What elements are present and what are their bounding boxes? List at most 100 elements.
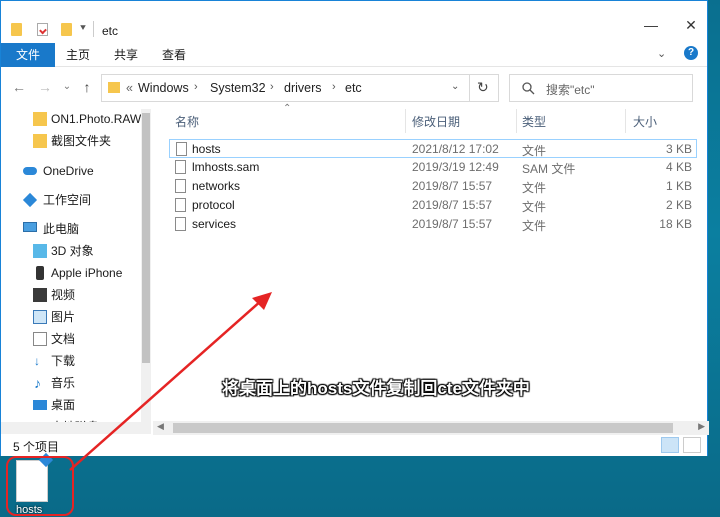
- file-type: 文件: [522, 181, 547, 195]
- file-type: 文件: [522, 144, 547, 158]
- folder-icon: [11, 23, 22, 36]
- ribbon-tabs: 文件 主页 共享 查看 ⌄ ?: [1, 43, 707, 67]
- file-size: 3 KB: [665, 142, 692, 156]
- sidebar-item-label: Apple iPhone: [51, 266, 123, 280]
- sidebar-item-label: 音乐: [51, 376, 76, 390]
- sidebar-item-label: 文档: [51, 332, 76, 346]
- file-name: lmhosts.sam: [192, 160, 260, 174]
- file-name: networks: [192, 179, 241, 193]
- refresh-icon[interactable]: ↻: [477, 79, 489, 96]
- video-icon: [33, 288, 47, 302]
- file-icon: [175, 198, 186, 212]
- chevron-right-icon[interactable]: ›: [194, 81, 198, 93]
- file-icon: [175, 179, 186, 193]
- workspace-icon: [22, 192, 38, 208]
- folder-icon: [33, 112, 47, 126]
- file-row-lmhosts[interactable]: lmhosts.sam 2019/3/19 12:49 SAM 文件 4 KB: [169, 158, 697, 177]
- sidebar-item-label: 工作空间: [43, 193, 92, 207]
- file-row-hosts[interactable]: hosts 2021/8/12 17:02 文件 3 KB: [169, 139, 697, 158]
- window-title: etc: [102, 24, 119, 38]
- large-icons-view-icon[interactable]: [683, 437, 701, 453]
- document-icon: [33, 332, 47, 346]
- search-placeholder: 搜索"etc": [546, 83, 595, 97]
- divider: [469, 75, 470, 101]
- tab-view[interactable]: 查看: [155, 43, 193, 67]
- file-row-services[interactable]: services 2019/8/7 15:57 文件 18 KB: [169, 215, 697, 234]
- recent-locations-icon[interactable]: ⌄: [59, 79, 75, 95]
- back-icon[interactable]: ←: [11, 79, 27, 95]
- cube-icon: [33, 244, 47, 258]
- desktop-icon: [33, 400, 47, 410]
- search-icon: [522, 82, 535, 95]
- forward-icon[interactable]: →: [37, 79, 53, 95]
- crumb-prefix[interactable]: «: [126, 81, 133, 95]
- sidebar-item-label: OneDrive: [43, 164, 94, 178]
- instruction-annotation: 将桌面上的hosts文件复制回cte文件夹中: [222, 379, 530, 398]
- help-icon[interactable]: ?: [684, 46, 698, 60]
- file-icon: [176, 142, 187, 156]
- file-size: 2 KB: [665, 198, 692, 212]
- column-header-name[interactable]: 名称: [175, 113, 199, 130]
- minimize-icon[interactable]: —: [641, 15, 661, 35]
- crumb-windows[interactable]: Windows: [138, 81, 189, 95]
- address-bar[interactable]: « Windows › System32 › drivers › etc ⌄ ↻: [101, 74, 499, 102]
- status-bar: 5 个项目: [1, 435, 707, 456]
- customize-qat-icon[interactable]: ⯆: [79, 23, 87, 34]
- up-icon[interactable]: ↑: [79, 79, 95, 95]
- column-divider[interactable]: [516, 109, 517, 133]
- file-size: 18 KB: [659, 217, 692, 231]
- column-header-size[interactable]: 大小: [633, 113, 657, 130]
- folder-icon: [33, 134, 47, 148]
- file-size: 1 KB: [665, 179, 692, 193]
- file-date: 2019/3/19 12:49: [412, 160, 499, 174]
- properties-icon[interactable]: [37, 23, 48, 36]
- file-type: 文件: [522, 219, 547, 233]
- file-name: services: [192, 217, 237, 231]
- highlight-circle: [6, 456, 74, 516]
- file-size: 4 KB: [665, 160, 692, 174]
- scroll-right-icon[interactable]: ▶: [698, 421, 705, 432]
- details-view-icon[interactable]: [661, 437, 679, 453]
- sidebar-item-label: 此电脑: [43, 222, 80, 236]
- download-icon: ↓: [34, 354, 40, 368]
- file-date: 2019/8/7 15:57: [412, 198, 493, 212]
- sidebar-item-label: 3D 对象: [51, 244, 94, 258]
- search-box[interactable]: 搜索"etc": [509, 74, 693, 102]
- file-row-networks[interactable]: networks 2019/8/7 15:57 文件 1 KB: [169, 177, 697, 196]
- chevron-right-icon[interactable]: ›: [270, 81, 274, 93]
- file-icon: [175, 217, 186, 231]
- navigation-pane: ON1.Photo.RAW 截图文件夹 OneDrive 工作空间 此电脑 3D…: [1, 105, 151, 435]
- file-date: 2019/8/7 15:57: [412, 217, 493, 231]
- tab-share[interactable]: 共享: [107, 43, 145, 67]
- chevron-right-icon[interactable]: ›: [332, 81, 336, 93]
- file-icon: [175, 160, 186, 174]
- crumb-etc[interactable]: etc: [345, 81, 362, 95]
- close-icon[interactable]: ✕: [681, 15, 701, 35]
- tab-home[interactable]: 主页: [59, 43, 97, 67]
- divider: [93, 21, 94, 37]
- file-date: 2021/8/12 17:02: [412, 142, 499, 156]
- column-divider[interactable]: [405, 109, 406, 133]
- new-folder-icon[interactable]: [61, 23, 72, 36]
- chevron-down-icon[interactable]: ⌄: [657, 47, 666, 60]
- music-icon: ♪: [34, 375, 41, 391]
- file-list-scroll-thumb[interactable]: [173, 423, 673, 433]
- sidebar-item-label: 图片: [51, 310, 76, 324]
- column-header-date[interactable]: 修改日期: [412, 113, 460, 130]
- phone-icon: [36, 266, 44, 280]
- scroll-left-icon[interactable]: ◀: [157, 421, 164, 432]
- sidebar-hscrollbar[interactable]: [1, 422, 151, 434]
- folder-icon: [108, 82, 120, 93]
- address-history-icon[interactable]: ⌄: [451, 81, 459, 92]
- sort-arrow-icon: ⌃: [283, 103, 292, 114]
- sidebar-scroll-thumb[interactable]: [142, 113, 150, 363]
- item-count: 5 个项目: [13, 440, 60, 454]
- crumb-drivers[interactable]: drivers: [284, 81, 322, 95]
- column-divider[interactable]: [625, 109, 626, 133]
- crumb-system32[interactable]: System32: [210, 81, 266, 95]
- column-header-type[interactable]: 类型: [522, 113, 546, 130]
- sidebar-item-label: 截图文件夹: [51, 134, 112, 148]
- tab-file[interactable]: 文件: [1, 43, 55, 67]
- file-row-protocol[interactable]: protocol 2019/8/7 15:57 文件 2 KB: [169, 196, 697, 215]
- title-bar: ⯆ etc — ✕: [1, 1, 707, 41]
